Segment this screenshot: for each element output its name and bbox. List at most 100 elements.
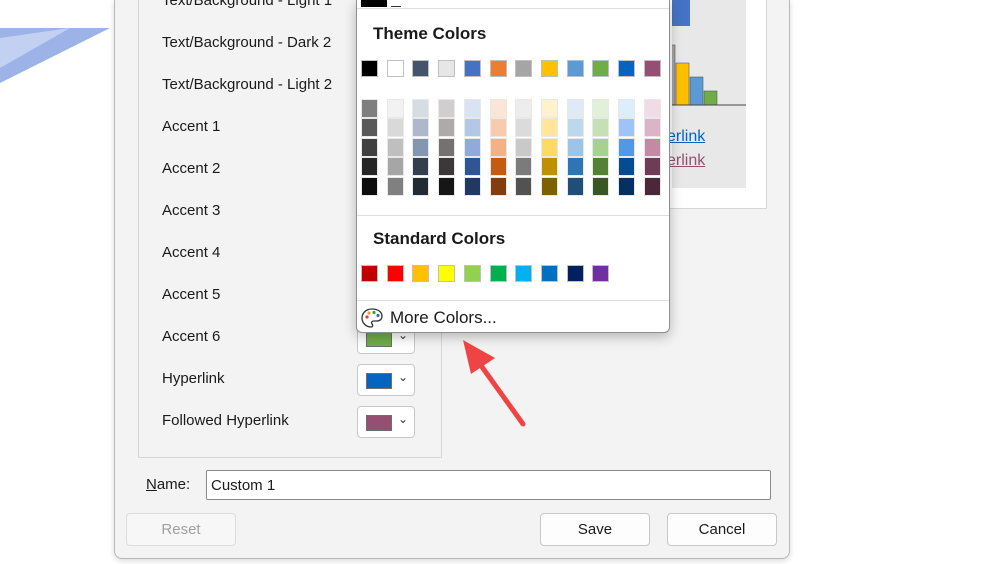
theme-shade-swatch[interactable]: [412, 137, 430, 157]
row-label: Accent 4: [162, 244, 221, 261]
theme-shade-swatch[interactable]: [412, 99, 430, 118]
theme-color-swatch[interactable]: [592, 60, 610, 77]
theme-shade-swatch[interactable]: [361, 157, 378, 177]
standard-colors-heading: Standard Colors: [373, 229, 506, 248]
theme-color-swatch[interactable]: [386, 60, 404, 77]
theme-shade-swatch[interactable]: [361, 118, 378, 138]
standard-color-swatch[interactable]: [386, 265, 404, 282]
theme-shade-swatch[interactable]: [566, 176, 584, 196]
theme-color-swatch[interactable]: [463, 60, 481, 77]
sample-shape: [672, 0, 690, 26]
theme-shade-swatch[interactable]: [463, 118, 481, 138]
separator: [357, 300, 669, 301]
theme-color-swatch[interactable]: [438, 60, 456, 77]
standard-color-swatch[interactable]: [361, 265, 378, 282]
theme-shade-swatch[interactable]: [540, 176, 558, 196]
theme-shade-swatch[interactable]: [566, 118, 584, 138]
theme-shade-swatch[interactable]: [438, 118, 456, 138]
theme-shade-swatch[interactable]: [489, 157, 507, 177]
theme-color-swatch[interactable]: [566, 60, 584, 77]
theme-shade-swatch[interactable]: [463, 176, 481, 196]
save-button[interactable]: Save: [540, 513, 650, 546]
theme-shade-swatch[interactable]: [463, 157, 481, 177]
theme-shade-swatch[interactable]: [361, 176, 378, 196]
theme-shade-swatch[interactable]: [489, 137, 507, 157]
theme-shade-swatch[interactable]: [618, 118, 635, 138]
theme-shade-swatch[interactable]: [643, 118, 661, 138]
theme-shade-swatch[interactable]: [540, 99, 558, 118]
theme-shade-swatch[interactable]: [412, 157, 430, 177]
theme-shade-swatch[interactable]: [489, 176, 507, 196]
row-label: Text/Background - Light 1: [162, 0, 333, 9]
theme-shade-swatch[interactable]: [386, 99, 404, 118]
row-label: Text/Background - Light 2: [162, 76, 333, 93]
theme-shade-swatch[interactable]: [463, 99, 481, 118]
standard-color-swatch[interactable]: [515, 265, 533, 282]
theme-color-swatch[interactable]: [361, 60, 378, 77]
theme-shade-swatch[interactable]: [592, 176, 610, 196]
theme-shade-swatch[interactable]: [438, 137, 456, 157]
theme-shade-swatch[interactable]: [643, 157, 661, 177]
theme-shade-swatch[interactable]: [515, 157, 533, 177]
sample-bar: [703, 90, 718, 106]
theme-shade-swatch[interactable]: [592, 118, 610, 138]
standard-color-swatch[interactable]: [463, 265, 481, 282]
theme-shade-swatch[interactable]: [566, 137, 584, 157]
row-label: Hyperlink: [162, 370, 225, 387]
reset-button[interactable]: Reset: [126, 513, 236, 546]
color-swatch: [366, 373, 392, 389]
theme-shade-swatch[interactable]: [515, 137, 533, 157]
theme-colors-heading: Theme Colors: [373, 24, 487, 43]
theme-color-swatch[interactable]: [618, 60, 635, 77]
theme-shade-swatch[interactable]: [438, 99, 456, 118]
theme-shade-swatch[interactable]: [618, 176, 635, 196]
color-dropdown-button[interactable]: ⌄: [357, 364, 415, 396]
theme-shade-swatch[interactable]: [592, 137, 610, 157]
theme-shade-swatch[interactable]: [463, 137, 481, 157]
theme-color-swatch[interactable]: [412, 60, 430, 77]
theme-color-swatch[interactable]: [489, 60, 507, 77]
theme-shade-swatch[interactable]: [643, 176, 661, 196]
theme-color-swatch[interactable]: [643, 60, 661, 77]
standard-color-swatch[interactable]: [412, 265, 430, 282]
theme-shade-swatch[interactable]: [566, 157, 584, 177]
theme-shade-swatch[interactable]: [515, 99, 533, 118]
standard-color-swatch[interactable]: [540, 265, 558, 282]
theme-shade-swatch[interactable]: [540, 118, 558, 138]
theme-shade-swatch[interactable]: [515, 176, 533, 196]
theme-shade-swatch[interactable]: [540, 157, 558, 177]
more-colors-menu-item[interactable]: More Colors...: [357, 304, 669, 331]
theme-shade-swatch[interactable]: [412, 118, 430, 138]
theme-color-swatch[interactable]: [540, 60, 558, 77]
row-label: Text/Background - Dark 2: [162, 34, 332, 51]
theme-shade-swatch[interactable]: [438, 157, 456, 177]
theme-shade-swatch[interactable]: [438, 176, 456, 196]
theme-shade-swatch[interactable]: [489, 118, 507, 138]
theme-shade-swatch[interactable]: [566, 99, 584, 118]
theme-shade-swatch[interactable]: [412, 176, 430, 196]
theme-shade-swatch[interactable]: [386, 176, 404, 196]
theme-shade-swatch[interactable]: [489, 99, 507, 118]
standard-color-swatch[interactable]: [438, 265, 456, 282]
color-dropdown-button[interactable]: ⌄: [357, 406, 415, 438]
theme-shade-swatch[interactable]: [540, 137, 558, 157]
theme-shade-swatch[interactable]: [592, 157, 610, 177]
theme-shade-swatch[interactable]: [618, 99, 635, 118]
standard-color-swatch[interactable]: [592, 265, 610, 282]
theme-shade-swatch[interactable]: [643, 137, 661, 157]
cancel-button[interactable]: Cancel: [667, 513, 777, 546]
standard-color-swatch[interactable]: [489, 265, 507, 282]
theme-shade-swatch[interactable]: [361, 99, 378, 118]
theme-color-swatch[interactable]: [515, 60, 533, 77]
theme-shade-swatch[interactable]: [361, 137, 378, 157]
theme-shade-swatch[interactable]: [386, 137, 404, 157]
theme-shade-swatch[interactable]: [515, 118, 533, 138]
theme-shade-swatch[interactable]: [386, 118, 404, 138]
name-input[interactable]: [206, 470, 771, 500]
theme-shade-swatch[interactable]: [618, 157, 635, 177]
theme-shade-swatch[interactable]: [592, 99, 610, 118]
theme-shade-swatch[interactable]: [618, 137, 635, 157]
theme-shade-swatch[interactable]: [386, 157, 404, 177]
standard-color-swatch[interactable]: [566, 265, 584, 282]
theme-shade-swatch[interactable]: [643, 99, 661, 118]
